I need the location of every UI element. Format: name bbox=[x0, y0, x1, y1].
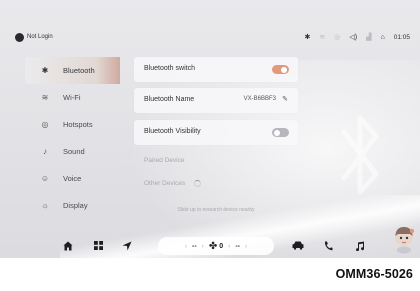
music-icon[interactable] bbox=[355, 241, 365, 251]
fan-icon[interactable]: ✤ bbox=[209, 241, 217, 252]
bluetooth-visibility-label: Bluetooth Visibility bbox=[144, 128, 201, 135]
fan-level-value: 0 bbox=[219, 242, 224, 250]
bluetooth-switch-toggle[interactable] bbox=[272, 65, 289, 74]
right-temp-value: -- bbox=[235, 242, 240, 250]
infotainment-screen: Not Login ✱ ≋ ◎ ◁) ▟ ⌂ 01:05 ✱ Bluetooth… bbox=[0, 0, 420, 258]
sidebar-item-label: Bluetooth bbox=[63, 66, 95, 75]
loading-spinner-icon bbox=[194, 180, 201, 187]
climate-control: ‹ -- › ✤ 0 ‹ -- › bbox=[158, 237, 274, 255]
sidebar-item-sound[interactable]: ♪ Sound bbox=[25, 138, 120, 165]
sidebar-item-display[interactable]: ☼ Display bbox=[25, 192, 120, 219]
apps-icon[interactable] bbox=[94, 241, 103, 250]
signal-icon: ▟ bbox=[366, 34, 372, 41]
phone-icon[interactable] bbox=[324, 241, 333, 251]
hotspot-icon: ◎ bbox=[41, 120, 49, 129]
login-status[interactable]: Not Login bbox=[27, 33, 53, 42]
voice-icon: ☺ bbox=[40, 174, 50, 183]
bluetooth-visibility-row[interactable]: Bluetooth Visibility bbox=[134, 120, 298, 145]
paired-device-heading: Paired Device bbox=[144, 157, 185, 164]
bluetooth-switch-row[interactable]: Bluetooth switch bbox=[134, 57, 298, 82]
volume-icon: ◁) bbox=[349, 34, 358, 41]
user-avatar-icon[interactable] bbox=[15, 33, 24, 42]
bluetooth-switch-label: Bluetooth switch bbox=[144, 65, 195, 72]
sidebar-item-label: Sound bbox=[63, 147, 85, 156]
sidebar-item-label: Hotspots bbox=[63, 120, 93, 129]
right-temp-up-button[interactable]: › bbox=[245, 243, 247, 250]
bluetooth-name-value: VX-B6BBF3 bbox=[243, 96, 276, 102]
sound-icon: ♪ bbox=[43, 147, 47, 156]
bluetooth-name-label: Bluetooth Name bbox=[144, 96, 195, 103]
left-temp-down-button[interactable]: ‹ bbox=[185, 243, 187, 250]
sidebar-item-label: Voice bbox=[63, 174, 82, 183]
wifi-icon: ≋ bbox=[319, 34, 326, 41]
scan-hint: Slide up to research device nearby bbox=[177, 207, 255, 213]
hotspot-icon: ◎ bbox=[334, 34, 341, 41]
left-temp-up-button[interactable]: › bbox=[202, 243, 204, 250]
sidebar-item-label: Display bbox=[63, 201, 88, 210]
navigation-icon[interactable] bbox=[122, 241, 132, 251]
bluetooth-icon: ✱ bbox=[304, 34, 311, 41]
user-voice-icon: ⌂ bbox=[380, 34, 385, 41]
edit-icon[interactable]: ✎ bbox=[282, 95, 288, 103]
clock: 01:05 bbox=[393, 34, 410, 41]
sidebar-item-label: Wi-Fi bbox=[63, 93, 81, 102]
bluetooth-icon: ✱ bbox=[41, 66, 49, 75]
sidebar-item-hotspots[interactable]: ◎ Hotspots bbox=[25, 111, 120, 138]
bluetooth-watermark-icon bbox=[341, 115, 379, 195]
wifi-icon: ≋ bbox=[41, 93, 49, 102]
home-icon[interactable] bbox=[63, 241, 73, 251]
status-bar: Not Login ✱ ≋ ◎ ◁) ▟ ⌂ 01:05 bbox=[0, 30, 420, 46]
status-icons: ✱ ≋ ◎ ◁) ▟ ⌂ 01:05 bbox=[305, 32, 410, 43]
display-icon: ☼ bbox=[41, 201, 49, 210]
voice-assistant-avatar-icon[interactable] bbox=[392, 224, 416, 254]
other-devices-heading: Other Devices bbox=[144, 180, 186, 187]
car-icon[interactable] bbox=[292, 241, 304, 250]
sidebar-item-bluetooth[interactable]: ✱ Bluetooth bbox=[25, 57, 120, 84]
sidebar-item-wifi[interactable]: ≋ Wi-Fi bbox=[25, 84, 120, 111]
right-temp-down-button[interactable]: ‹ bbox=[228, 243, 230, 250]
bluetooth-name-row[interactable]: Bluetooth Name VX-B6BBF3 ✎ bbox=[134, 88, 298, 113]
bluetooth-visibility-toggle[interactable] bbox=[272, 128, 289, 137]
figure-caption: OMM36-5026 bbox=[335, 267, 413, 281]
left-temp-value: -- bbox=[192, 242, 197, 250]
settings-sidebar: ✱ Bluetooth ≋ Wi-Fi ◎ Hotspots ♪ Sound ☺… bbox=[25, 57, 120, 219]
sidebar-item-voice[interactable]: ☺ Voice bbox=[25, 165, 120, 192]
